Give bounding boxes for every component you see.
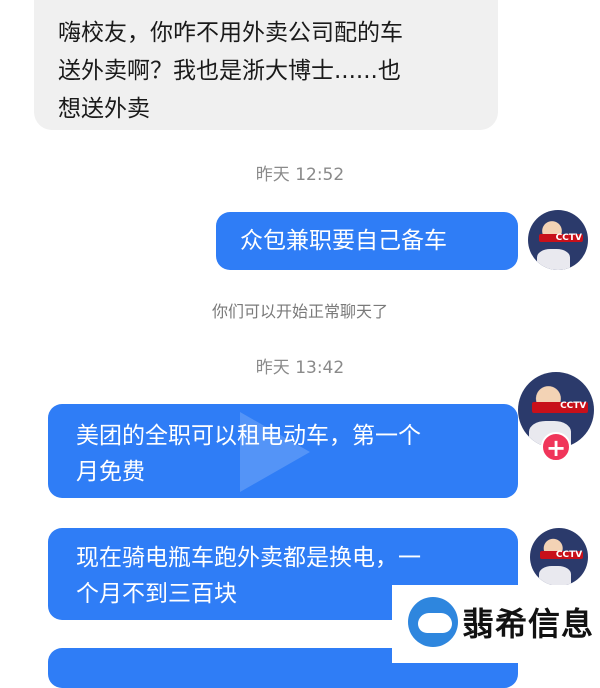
watermark: 翡希信息: [392, 585, 600, 663]
incoming-message-line: 想送外卖: [58, 96, 150, 122]
avatar-figure: [538, 565, 571, 586]
cctv-logo: CCTV: [555, 232, 582, 243]
user-avatar[interactable]: CCTV: [530, 528, 588, 586]
incoming-message-line: 送外卖啊？我也是浙大博士......也: [58, 58, 401, 84]
add-follow-icon[interactable]: +: [541, 432, 571, 462]
watermark-text: 翡希信息: [462, 605, 595, 643]
cloud-icon: [418, 613, 452, 633]
timestamp: 昨天 13:42: [255, 358, 345, 378]
incoming-message-line: 嗨校友，你咋不用外卖公司配的车: [58, 20, 403, 46]
user-avatar[interactable]: CCTV: [528, 210, 588, 270]
cctv-logo: CCTV: [560, 400, 587, 411]
play-icon: [240, 412, 310, 492]
outgoing-message-text: 众包兼职要自己备车: [240, 228, 447, 254]
avatar-figure: [537, 249, 570, 270]
incoming-message-bubble[interactable]: 嗨校友，你咋不用外卖公司配的车 送外卖啊？我也是浙大博士......也 想送外卖: [34, 0, 498, 130]
system-notice: 你们可以开始正常聊天了: [211, 302, 388, 321]
cctv-logo: CCTV: [555, 550, 583, 561]
watermark-logo-icon: [408, 597, 458, 647]
outgoing-message-line: 现在骑电瓶车跑外卖都是换电，一: [76, 545, 421, 571]
timestamp: 昨天 12:52: [255, 165, 345, 185]
outgoing-message-bubble[interactable]: 众包兼职要自己备车: [216, 212, 518, 270]
